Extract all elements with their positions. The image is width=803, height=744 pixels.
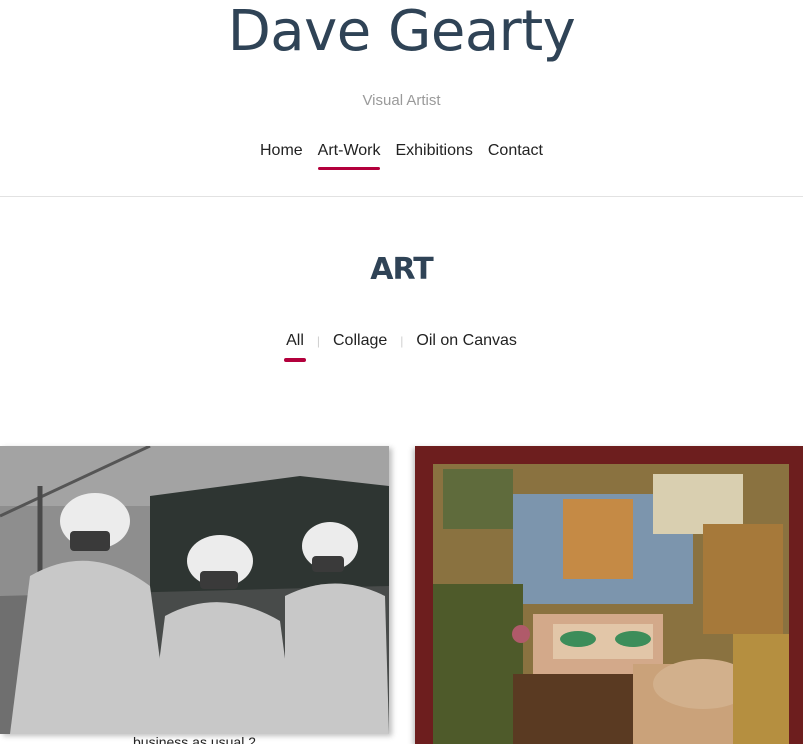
filter-separator: |	[400, 334, 404, 348]
filter-separator: |	[316, 334, 320, 348]
filter-collage[interactable]: Collage	[331, 332, 389, 356]
artwork-caption: business as usual 2	[133, 734, 256, 744]
section-title: ART	[370, 252, 433, 287]
header-divider	[0, 196, 803, 197]
collage-frame-inner	[433, 464, 789, 744]
portfolio-filters: All | Collage | Oil on Canvas	[0, 332, 803, 362]
collage-graphic	[433, 464, 789, 744]
artwork-image-collage[interactable]	[415, 446, 803, 744]
nav-item-home[interactable]: Home	[260, 142, 303, 166]
painting-graphic	[0, 446, 389, 734]
artwork-image-business-as-usual-2[interactable]	[0, 446, 389, 734]
nav-item-art-work[interactable]: Art-Work	[317, 142, 380, 170]
filter-all[interactable]: All	[284, 332, 306, 362]
filter-oil-on-canvas[interactable]: Oil on Canvas	[414, 332, 519, 356]
nav-item-exhibitions[interactable]: Exhibitions	[395, 142, 472, 166]
site-tagline: Visual Artist	[362, 92, 441, 109]
site-title[interactable]: Dave Gearty	[0, 0, 803, 64]
nav-item-contact[interactable]: Contact	[488, 142, 543, 166]
main-nav: Home Art-Work Exhibitions Contact	[0, 142, 803, 170]
